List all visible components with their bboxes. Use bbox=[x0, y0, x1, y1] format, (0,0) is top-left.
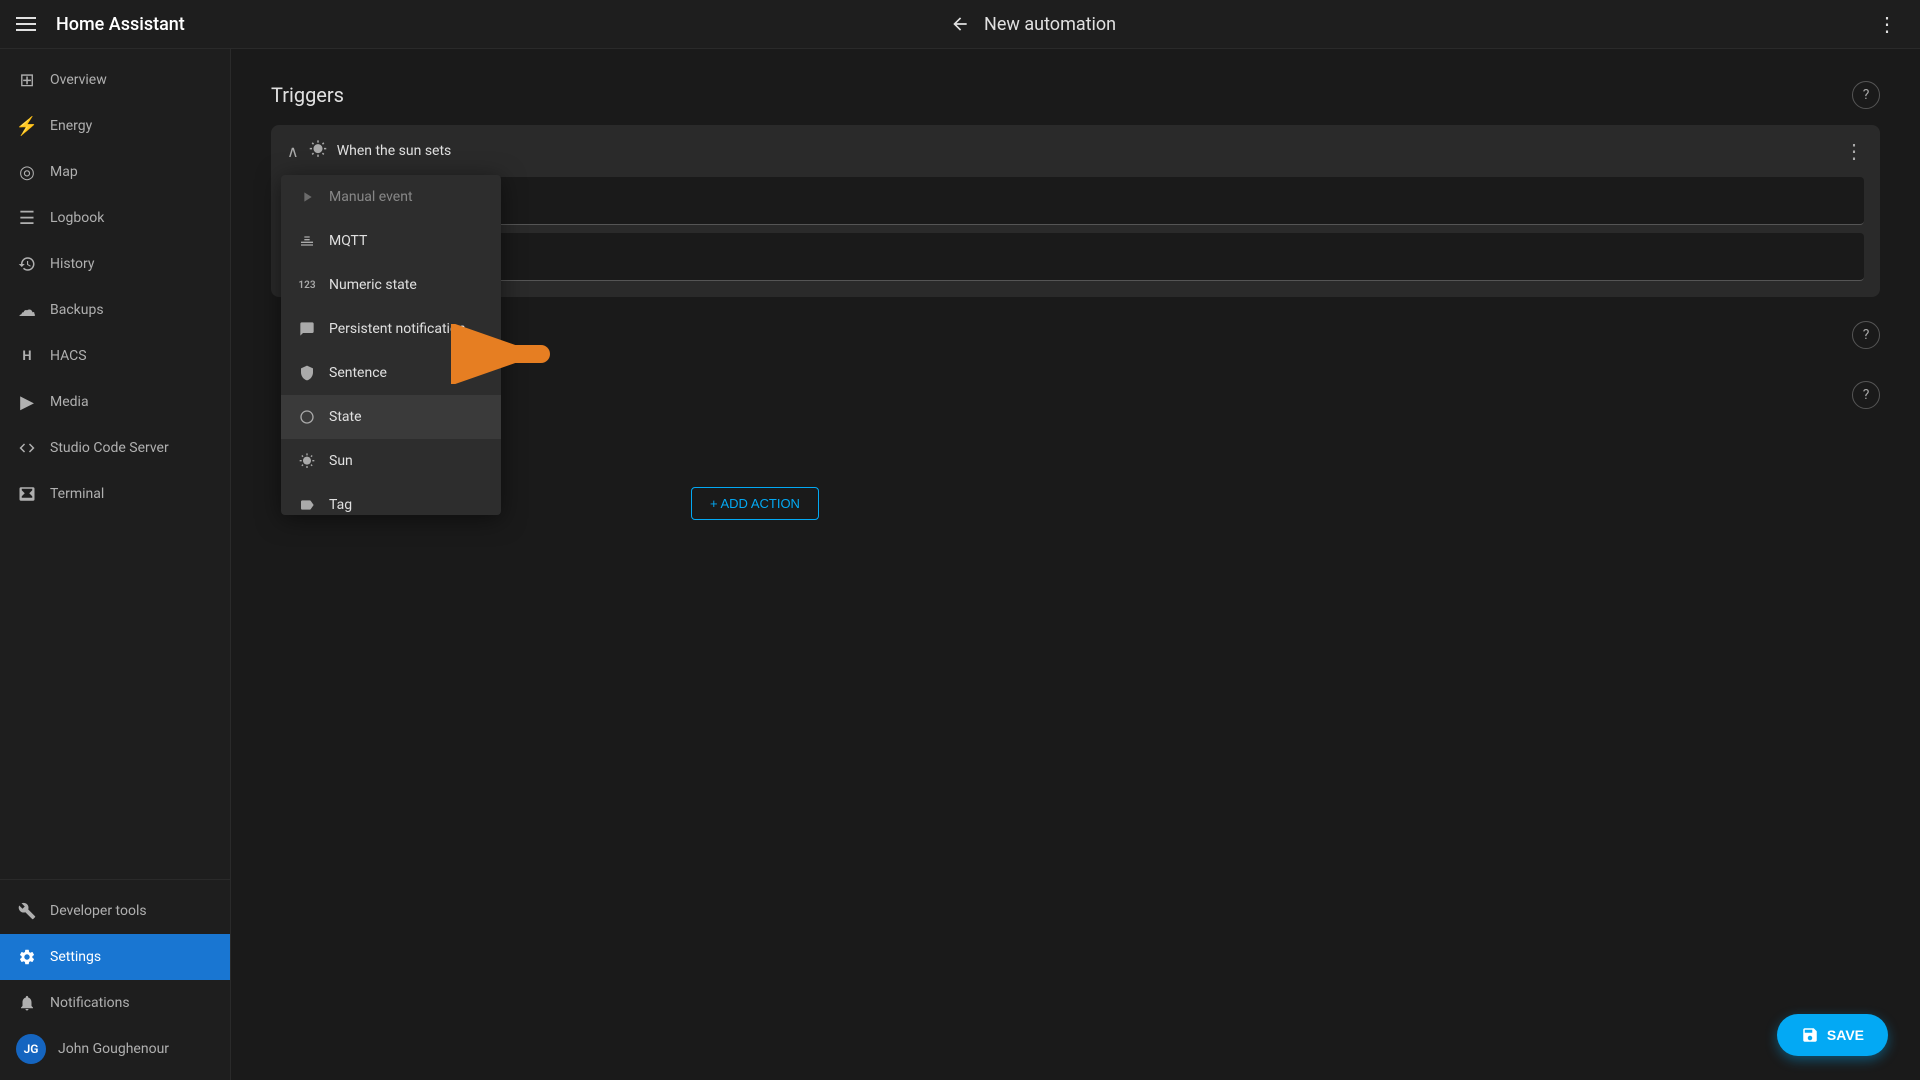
sidebar-item-label: History bbox=[50, 256, 95, 272]
sidebar-item-settings[interactable]: Settings bbox=[0, 934, 230, 980]
sidebar-item-label: Settings bbox=[50, 949, 101, 965]
trigger-sun-icon bbox=[309, 140, 327, 163]
sidebar-item-label: Overview bbox=[50, 72, 107, 88]
sidebar-item-label: Terminal bbox=[50, 486, 104, 502]
sidebar-item-map[interactable]: ◎ Map bbox=[0, 149, 230, 195]
settings-icon bbox=[16, 946, 38, 968]
map-icon: ◎ bbox=[16, 161, 38, 183]
sidebar-nav: ⊞ Overview ⚡ Energy ◎ Map ☰ Logbook bbox=[0, 49, 230, 879]
numeric-state-icon: 123 bbox=[297, 275, 317, 295]
sidebar-item-logbook[interactable]: ☰ Logbook bbox=[0, 195, 230, 241]
terminal-icon bbox=[16, 483, 38, 505]
mqtt-icon bbox=[297, 231, 317, 251]
sun-icon bbox=[297, 451, 317, 471]
media-icon: ▶ bbox=[16, 391, 38, 413]
trigger-card-header: ∧ When the sun sets ⋮ bbox=[271, 125, 1880, 177]
trigger-input-row-2[interactable] bbox=[287, 233, 1864, 281]
sidebar: ⊞ Overview ⚡ Energy ◎ Map ☰ Logbook bbox=[0, 49, 231, 1080]
sidebar-bottom: Developer tools Settings Notifications bbox=[0, 879, 230, 1080]
triggers-header: Triggers ? bbox=[271, 81, 1880, 109]
dropdown-item-label: Sentence bbox=[329, 365, 387, 381]
sentence-icon bbox=[297, 363, 317, 383]
trigger-more-options-button[interactable]: ⋮ bbox=[1844, 139, 1864, 163]
actions-help-icon: ? bbox=[1852, 381, 1880, 409]
main-layout: ⊞ Overview ⚡ Energy ◎ Map ☰ Logbook bbox=[0, 49, 1920, 1080]
sidebar-item-terminal[interactable]: Terminal bbox=[0, 471, 230, 517]
sidebar-item-hacs[interactable]: H HACS bbox=[0, 333, 230, 379]
sidebar-item-label: Media bbox=[50, 394, 89, 410]
actions-help-button[interactable]: ? bbox=[1852, 381, 1880, 409]
manual-event-icon bbox=[297, 187, 317, 207]
more-options-button[interactable]: ⋮ bbox=[1872, 8, 1904, 40]
dropdown-item-label: Manual event bbox=[329, 189, 413, 205]
dropdown-item-label: Numeric state bbox=[329, 277, 417, 293]
sidebar-item-label: HACS bbox=[50, 348, 87, 364]
backups-icon: ☁ bbox=[16, 299, 38, 321]
developer-tools-icon bbox=[16, 900, 38, 922]
conditions-help-button[interactable]: ? bbox=[1852, 321, 1880, 349]
dropdown-item-sun[interactable]: Sun bbox=[281, 439, 501, 483]
sidebar-item-notifications[interactable]: Notifications bbox=[0, 980, 230, 1026]
user-profile[interactable]: JG John Goughenour bbox=[0, 1026, 230, 1072]
sidebar-item-studio-code-server[interactable]: Studio Code Server bbox=[0, 425, 230, 471]
trigger-card-body bbox=[271, 177, 1880, 297]
dropdown-item-label: Persistent notification bbox=[329, 321, 466, 337]
sidebar-item-overview[interactable]: ⊞ Overview bbox=[0, 57, 230, 103]
avatar: JG bbox=[16, 1034, 46, 1064]
hacs-icon: H bbox=[16, 345, 38, 367]
persistent-notification-icon bbox=[297, 319, 317, 339]
notifications-icon bbox=[16, 992, 38, 1014]
add-action-button[interactable]: + ADD ACTION bbox=[691, 487, 819, 520]
save-button[interactable]: SAVE bbox=[1777, 1014, 1888, 1056]
triggers-title: Triggers bbox=[271, 83, 344, 107]
dropdown-item-numeric-state[interactable]: 123 Numeric state bbox=[281, 263, 501, 307]
user-name: John Goughenour bbox=[58, 1041, 169, 1057]
back-button[interactable] bbox=[944, 8, 976, 40]
dropdown-item-manual-event[interactable]: Manual event bbox=[281, 175, 501, 219]
state-icon bbox=[297, 407, 317, 427]
studio-code-icon bbox=[16, 437, 38, 459]
triggers-help-button[interactable]: ? bbox=[1852, 81, 1880, 109]
trigger-card: ∧ When the sun sets ⋮ bbox=[271, 125, 1880, 297]
dropdown-item-label: MQTT bbox=[329, 233, 367, 249]
history-icon bbox=[16, 253, 38, 275]
app-title: Home Assistant bbox=[56, 14, 944, 35]
dropdown-item-label: State bbox=[329, 409, 362, 425]
menu-icon[interactable] bbox=[16, 12, 40, 36]
sidebar-item-label: Backups bbox=[50, 302, 104, 318]
sidebar-item-label: Studio Code Server bbox=[50, 440, 169, 456]
sidebar-item-label: Developer tools bbox=[50, 903, 147, 919]
trigger-input-row-1[interactable] bbox=[287, 177, 1864, 225]
sidebar-item-media[interactable]: ▶ Media bbox=[0, 379, 230, 425]
energy-icon: ⚡ bbox=[16, 115, 38, 137]
content-area: Triggers ? ∧ When the sun sets ⋮ bbox=[231, 49, 1920, 1080]
topbar: Home Assistant New automation ⋮ bbox=[0, 0, 1920, 49]
sidebar-item-energy[interactable]: ⚡ Energy bbox=[0, 103, 230, 149]
logbook-icon: ☰ bbox=[16, 207, 38, 229]
sidebar-item-history[interactable]: History bbox=[0, 241, 230, 287]
dropdown-item-mqtt[interactable]: MQTT bbox=[281, 219, 501, 263]
sidebar-item-label: Energy bbox=[50, 118, 92, 134]
arrow-annotation bbox=[451, 324, 571, 388]
dropdown-item-state[interactable]: State bbox=[281, 395, 501, 439]
dropdown-item-label: Tag bbox=[329, 497, 352, 513]
sidebar-item-label: Notifications bbox=[50, 995, 130, 1011]
conditions-help-icon: ? bbox=[1852, 321, 1880, 349]
sidebar-item-label: Logbook bbox=[50, 210, 104, 226]
triggers-group: Triggers ? ∧ When the sun sets ⋮ bbox=[271, 81, 1880, 297]
trigger-chevron-icon[interactable]: ∧ bbox=[287, 142, 299, 161]
page-title: New automation bbox=[976, 14, 1872, 35]
overview-icon: ⊞ bbox=[16, 69, 38, 91]
sidebar-item-label: Map bbox=[50, 164, 78, 180]
tag-icon bbox=[297, 495, 317, 515]
dropdown-item-label: Sun bbox=[329, 453, 353, 469]
sidebar-item-developer-tools[interactable]: Developer tools bbox=[0, 888, 230, 934]
trigger-card-title: When the sun sets bbox=[337, 143, 1834, 159]
dropdown-item-tag[interactable]: Tag bbox=[281, 483, 501, 515]
sidebar-item-backups[interactable]: ☁ Backups bbox=[0, 287, 230, 333]
